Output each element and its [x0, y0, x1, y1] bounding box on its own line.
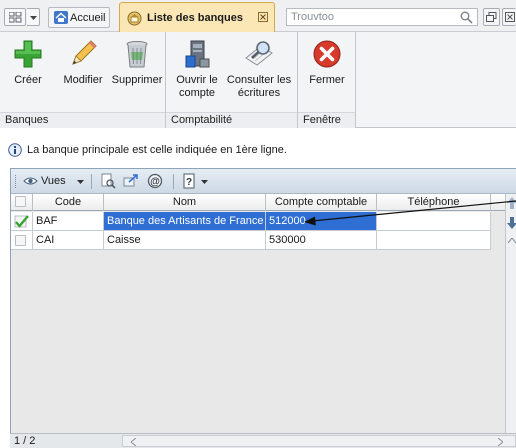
email-icon[interactable]: @ [147, 173, 163, 189]
view-entries-label-line1: Consulter les [226, 74, 292, 86]
grid-icon [9, 12, 22, 23]
move-up-icon[interactable] [507, 197, 516, 209]
column-header-nom[interactable]: Nom [104, 194, 266, 211]
row-checkbox-cell[interactable] [11, 231, 33, 250]
column-header-compte[interactable]: Compte comptable [266, 194, 377, 211]
open-account-label-line2: compte [178, 87, 216, 99]
create-button-label: Créer [14, 74, 42, 86]
edit-button[interactable]: Modifier [58, 36, 108, 108]
select-all-checkbox[interactable] [15, 196, 26, 207]
delete-button[interactable]: Supprimer [110, 36, 164, 108]
svg-text:@: @ [150, 177, 160, 188]
horizontal-scrollbar[interactable] [122, 435, 516, 447]
restore-window-button[interactable] [483, 8, 500, 26]
tab-liste-des-banques-label: Liste des banques [147, 12, 243, 24]
cell-telephone[interactable] [377, 212, 491, 231]
tab-accueil[interactable]: Accueil [48, 7, 110, 28]
tab-liste-des-banques[interactable]: Liste des banques [119, 2, 275, 32]
ribbon-group-comptabilite-label: Comptabilité [166, 112, 297, 128]
tab-bar: Accueil Liste des banques [0, 0, 516, 32]
bank-icon [127, 11, 142, 26]
cell-telephone[interactable] [377, 231, 491, 250]
toolbar-separator [91, 174, 92, 189]
status-bar: 1 / 2 [10, 433, 516, 448]
open-account-icon [185, 40, 210, 68]
open-account-button[interactable]: Ouvrir le compte [170, 36, 224, 108]
scroll-right-icon[interactable] [498, 438, 503, 446]
restore-icon [486, 12, 497, 22]
close-button-label: Fermer [309, 74, 345, 86]
print-preview-icon[interactable] [100, 173, 116, 189]
ribbon: Créer Modifier Supprimer Banques Ouvrir … [0, 32, 516, 128]
pencil-icon [72, 40, 97, 65]
open-account-label-line1: Ouvrir le [176, 74, 218, 86]
column-header-telephone[interactable]: Téléphone [377, 194, 491, 211]
table-row[interactable]: BAF Banque des Artisants de France 51200… [11, 212, 505, 231]
page-indicator: 1 / 2 [14, 435, 36, 447]
toolbar-grip[interactable] [15, 175, 18, 188]
create-button[interactable]: Créer [6, 36, 50, 108]
search-icon[interactable] [460, 11, 473, 24]
move-down-icon[interactable] [507, 217, 516, 229]
tab-close-icon[interactable] [258, 12, 268, 22]
chevron-down-icon [30, 16, 37, 20]
info-icon [8, 143, 22, 157]
vertical-scrollbar[interactable] [505, 194, 516, 439]
ribbon-group-fenetre-label: Fenêtre [298, 112, 355, 128]
close-button[interactable]: Fermer [301, 36, 353, 108]
cell-nom[interactable]: Banque des Artisants de France [104, 212, 266, 231]
ribbon-group-banques: Créer Modifier Supprimer Banques [0, 32, 166, 128]
table-row[interactable]: CAI Caisse 530000 [11, 231, 505, 250]
table-header: Code Nom Compte comptable Téléphone [11, 194, 505, 211]
cell-compte[interactable]: 530000 [266, 231, 377, 250]
views-label: Vues [41, 175, 66, 187]
close-circle-icon [313, 40, 341, 68]
cell-code[interactable]: BAF [33, 212, 104, 231]
view-entries-button[interactable]: Consulter les écritures [224, 36, 294, 108]
search-input[interactable] [291, 10, 451, 24]
help-options-icon[interactable]: ? [181, 173, 197, 189]
apps-dropdown-button[interactable] [27, 8, 40, 26]
cell-compte[interactable]: 512000 [266, 212, 377, 231]
tab-accueil-label: Accueil [70, 12, 106, 24]
chevron-down-icon [77, 180, 84, 184]
view-entries-label-line2: écritures [237, 87, 281, 99]
trash-icon [126, 41, 148, 68]
scroll-up-icon[interactable] [508, 238, 516, 243]
checkmark-icon[interactable] [14, 215, 29, 228]
search-field[interactable] [286, 8, 478, 26]
svg-text:?: ? [186, 177, 192, 188]
row-checkbox[interactable] [15, 235, 26, 246]
ribbon-group-banques-label: Banques [0, 112, 165, 128]
edit-button-label: Modifier [63, 74, 103, 86]
open-account-button-label: Ouvrir le compte [170, 74, 224, 100]
close-icon [505, 12, 515, 22]
row-checkbox-cell[interactable] [11, 212, 33, 231]
plus-icon [14, 40, 42, 68]
close-window-button[interactable] [502, 8, 516, 26]
export-icon[interactable] [123, 173, 139, 189]
delete-button-label: Supprimer [111, 74, 163, 86]
ribbon-group-fenetre: Fermer Fenêtre [298, 32, 356, 128]
chevron-down-icon[interactable] [201, 180, 208, 184]
toolbar-separator [173, 174, 174, 189]
column-header-code[interactable]: Code [33, 194, 104, 211]
apps-grid-button[interactable] [4, 8, 26, 26]
cell-nom[interactable]: Caisse [104, 231, 266, 250]
table-toolbar: Vues @ ? [11, 169, 516, 194]
scroll-left-icon[interactable] [131, 438, 136, 446]
home-icon [54, 11, 68, 24]
info-text: La banque principale est celle indiquée … [27, 144, 287, 156]
bank-table-panel: Vues @ ? Code Nom Compte comptable Télép… [10, 168, 516, 440]
ribbon-group-comptabilite: Ouvrir le compte Consulter les écritures… [166, 32, 298, 128]
eye-icon [23, 177, 38, 185]
select-all-header[interactable] [11, 194, 33, 211]
view-entries-button-label: Consulter les écritures [224, 74, 294, 100]
cell-code[interactable]: CAI [33, 231, 104, 250]
magnifier-document-icon [245, 41, 273, 66]
